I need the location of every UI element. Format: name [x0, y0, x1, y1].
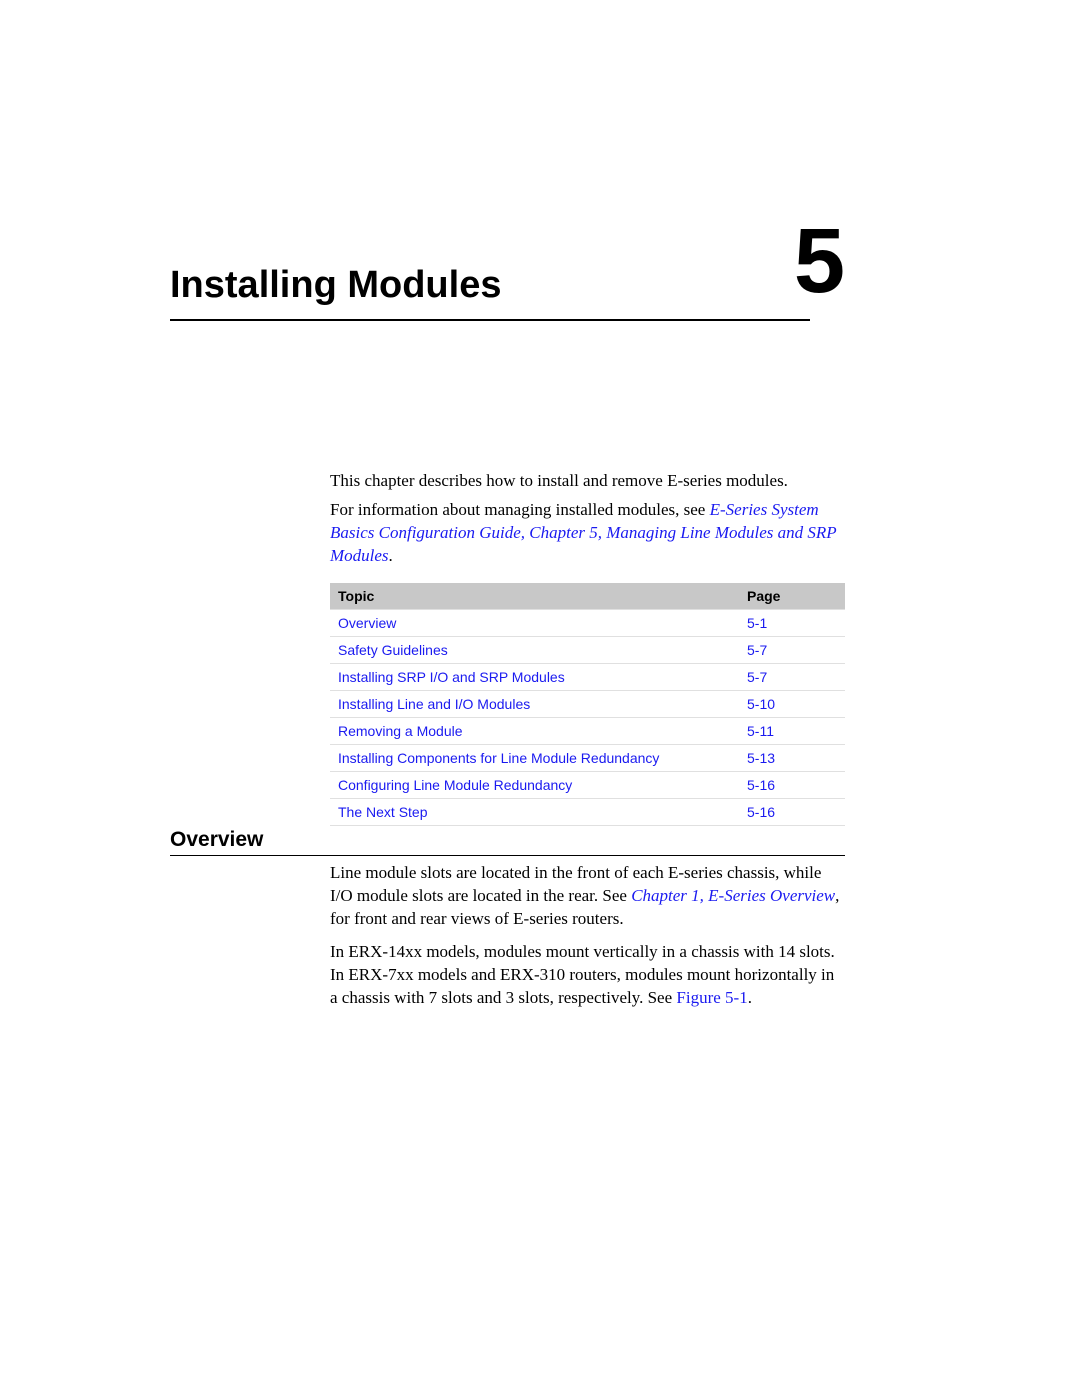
toc-topic-link[interactable]: Configuring Line Module Redundancy	[330, 772, 739, 799]
toc-header-topic: Topic	[330, 583, 739, 610]
toc-body: Overview5-1 Safety Guidelines5-7 Install…	[330, 610, 845, 826]
toc-header-page: Page	[739, 583, 845, 610]
toc-topic-link[interactable]: Removing a Module	[330, 718, 739, 745]
toc-topic-link[interactable]: Installing Line and I/O Modules	[330, 691, 739, 718]
overview-p2-post: .	[748, 988, 752, 1007]
toc-row: Installing Components for Line Module Re…	[330, 745, 845, 772]
toc-page-link[interactable]: 5-16	[739, 799, 845, 826]
toc-row: The Next Step5-16	[330, 799, 845, 826]
toc-row: Configuring Line Module Redundancy5-16	[330, 772, 845, 799]
intro-block: This chapter describes how to install an…	[330, 470, 845, 574]
intro-p2-pre: For information about managing installed…	[330, 500, 710, 519]
toc-row: Installing Line and I/O Modules5-10	[330, 691, 845, 718]
toc-page-link[interactable]: 5-13	[739, 745, 845, 772]
intro-paragraph-1: This chapter describes how to install an…	[330, 470, 845, 493]
toc-page-link[interactable]: 5-1	[739, 610, 845, 637]
toc-topic-link[interactable]: The Next Step	[330, 799, 739, 826]
toc-page-link[interactable]: 5-11	[739, 718, 845, 745]
chapter-title: Installing Modules	[170, 264, 810, 321]
toc-row: Installing SRP I/O and SRP Modules5-7	[330, 664, 845, 691]
toc-row: Removing a Module5-11	[330, 718, 845, 745]
overview-paragraph-1: Line module slots are located in the fro…	[330, 862, 845, 931]
toc-topic-link[interactable]: Overview	[330, 610, 739, 637]
overview-paragraph-2: In ERX-14xx models, modules mount vertic…	[330, 941, 845, 1010]
overview-p2-link[interactable]: Figure 5-1	[676, 988, 747, 1007]
intro-p2-post: .	[389, 546, 393, 565]
toc-topic-link[interactable]: Installing SRP I/O and SRP Modules	[330, 664, 739, 691]
toc-topic-link[interactable]: Installing Components for Line Module Re…	[330, 745, 739, 772]
overview-p1-link[interactable]: Chapter 1, E-Series Overview	[631, 886, 835, 905]
overview-p2-pre: In ERX-14xx models, modules mount vertic…	[330, 942, 835, 1007]
overview-body: Line module slots are located in the fro…	[330, 862, 845, 1020]
toc-row: Overview5-1	[330, 610, 845, 637]
toc-page-link[interactable]: 5-7	[739, 637, 845, 664]
toc-row: Safety Guidelines5-7	[330, 637, 845, 664]
toc-page-link[interactable]: 5-10	[739, 691, 845, 718]
toc-page-link[interactable]: 5-16	[739, 772, 845, 799]
toc-page-link[interactable]: 5-7	[739, 664, 845, 691]
intro-paragraph-2: For information about managing installed…	[330, 499, 845, 568]
section-heading-overview: Overview	[170, 828, 845, 856]
toc-table: Topic Page Overview5-1 Safety Guidelines…	[330, 583, 845, 826]
toc-topic-link[interactable]: Safety Guidelines	[330, 637, 739, 664]
